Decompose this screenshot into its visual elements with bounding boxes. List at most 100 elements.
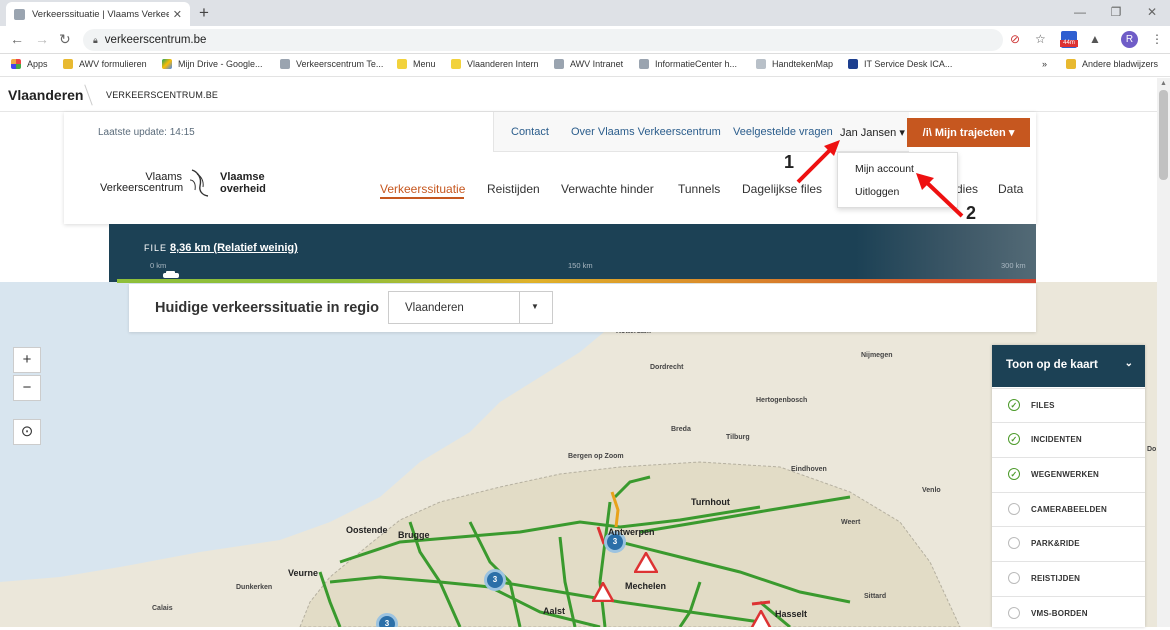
- empty-circle-icon: [1008, 537, 1020, 549]
- bookmark-item[interactable]: HandtekenMap: [756, 59, 833, 69]
- nav-about[interactable]: Over Vlaams Verkeerscentrum: [571, 126, 721, 138]
- layer-toggle-reistijden[interactable]: REISTIJDEN: [992, 561, 1145, 595]
- star-icon[interactable]: ☆: [1035, 32, 1046, 46]
- layer-toggle-files[interactable]: ✓ FILES: [992, 388, 1145, 422]
- layer-panel-header[interactable]: Toon op de kaart ⌄: [992, 345, 1145, 387]
- lion-icon: [189, 169, 209, 197]
- tab-title: Verkeerssituatie | Vlaams Verkeer: [32, 8, 169, 20]
- map-label: Oostende: [346, 525, 388, 535]
- bookmark-item[interactable]: Apps: [11, 59, 48, 69]
- zoom-out-button[interactable]: −: [13, 375, 41, 401]
- nav-verkeerssituatie[interactable]: Verkeerssituatie: [380, 182, 465, 196]
- minimize-icon[interactable]: —: [1062, 0, 1098, 26]
- reload-icon[interactable]: ↻: [59, 31, 71, 48]
- check-circle-icon: ✓: [1008, 468, 1020, 480]
- roadworks-warning-icon[interactable]: [750, 610, 772, 627]
- address-bar-row: ← → ↻ 🔒︎ verkeerscentrum.be ⊘ ☆ 44m ▲ R …: [0, 26, 1170, 54]
- check-circle-icon: ✓: [1008, 399, 1020, 411]
- my-trajects-button[interactable]: /i\ Mijn trajecten ▾: [907, 118, 1030, 147]
- menu-item-my-account[interactable]: Mijn account: [855, 163, 914, 175]
- bookmarks-overflow-icon[interactable]: »: [1042, 59, 1047, 69]
- bookmark-item[interactable]: Andere bladwijzers: [1066, 59, 1158, 69]
- roadworks-warning-icon[interactable]: [592, 582, 614, 602]
- region-select-value: Vlaanderen: [405, 302, 464, 314]
- menu-item-logout[interactable]: Uitloggen: [855, 186, 899, 198]
- zoom-in-button[interactable]: +: [13, 347, 41, 373]
- vvc-logo[interactable]: Vlaams Verkeerscentrum: [100, 172, 183, 194]
- blocked-icon[interactable]: ⊘: [1010, 32, 1020, 46]
- bookmark-item[interactable]: InformatieCenter h...: [639, 59, 737, 69]
- vlaamse-overheid-logo[interactable]: Vlaamse overheid: [220, 171, 266, 195]
- scrollbar-thumb[interactable]: [1159, 90, 1168, 180]
- site-domain-label[interactable]: VERKEERSCENTRUM.BE: [106, 90, 218, 100]
- flanders-header: Vlaanderen VERKEERSCENTRUM.BE: [0, 78, 1157, 112]
- url-text: verkeerscentrum.be: [104, 34, 207, 46]
- layer-toggle-camerabeelden[interactable]: CAMERABEELDEN: [992, 492, 1145, 526]
- bookmark-item[interactable]: Menu: [397, 59, 436, 69]
- forward-icon[interactable]: →: [35, 31, 49, 47]
- layer-toggle-wegenwerken[interactable]: ✓ WEGENWERKEN: [992, 457, 1145, 491]
- bookmark-item[interactable]: Verkeerscentrum Te...: [280, 59, 383, 69]
- flanders-logo[interactable]: Vlaanderen: [8, 87, 83, 103]
- map-label: Nijmegen: [861, 352, 893, 359]
- bookmark-item[interactable]: AWV formulieren: [63, 59, 147, 69]
- map-label: Aalst: [543, 606, 566, 616]
- url-field[interactable]: 🔒︎ verkeerscentrum.be: [83, 29, 1003, 51]
- nav-data[interactable]: Data: [998, 182, 1023, 196]
- map-label: Dordrecht: [650, 364, 684, 371]
- annotation-arrow-2: [916, 173, 964, 218]
- extension-icon[interactable]: 44m: [1060, 31, 1078, 48]
- nav-contact[interactable]: Contact: [511, 126, 549, 138]
- map-label: Breda: [671, 426, 691, 433]
- map-label: Mechelen: [625, 581, 667, 591]
- map-label: Antwerpen: [608, 527, 655, 537]
- maximize-icon[interactable]: ❐: [1098, 0, 1134, 26]
- incident-cluster[interactable]: 3: [484, 569, 506, 591]
- bookmark-item[interactable]: IT Service Desk ICA...: [848, 59, 952, 69]
- check-circle-icon: ✓: [1008, 433, 1020, 445]
- site-favicon-icon: [14, 8, 25, 20]
- map-label: Dunkerken: [236, 584, 273, 591]
- close-tab-icon[interactable]: ✕: [173, 8, 182, 21]
- roadworks-warning-icon[interactable]: [634, 552, 658, 573]
- chevron-down-icon[interactable]: ▼: [531, 302, 539, 311]
- file-length-link[interactable]: 8,36 km (Relatief weinig): [170, 242, 298, 254]
- extension-badge: 44m: [1060, 40, 1078, 47]
- menu-dots-icon[interactable]: ⋮: [1151, 32, 1163, 46]
- last-update: Laatste update: 14:15: [98, 127, 195, 138]
- region-select[interactable]: Vlaanderen ▼: [388, 291, 553, 324]
- browser-tab[interactable]: Verkeerssituatie | Vlaams Verkeer ✕: [6, 2, 190, 26]
- bookmark-item[interactable]: Vlaanderen Intern: [451, 59, 539, 69]
- layer-toggle-incidenten[interactable]: ✓ INCIDENTEN: [992, 422, 1145, 456]
- drive-extension-icon[interactable]: ▲: [1089, 32, 1101, 46]
- file-gauge: [117, 279, 1036, 283]
- map-label: Venlo: [922, 487, 941, 494]
- map-label: Sittard: [864, 593, 887, 600]
- map-label: Hertogenbosch: [756, 397, 808, 404]
- region-label: Huidige verkeerssituatie in regio: [155, 300, 380, 316]
- divider: [519, 292, 520, 323]
- scrollbar[interactable]: ▲: [1157, 78, 1170, 627]
- close-window-icon[interactable]: ✕: [1134, 0, 1170, 26]
- nav-verwachte-hinder[interactable]: Verwachte hinder: [561, 182, 654, 196]
- back-icon[interactable]: ←: [10, 31, 24, 47]
- chevron-down-icon[interactable]: ⌄: [1125, 358, 1133, 369]
- map-label: Hasselt: [775, 609, 808, 619]
- annotation-arrow-1: [796, 140, 840, 184]
- map-label: Veurne: [288, 568, 319, 578]
- bookmarks-bar: Apps AWV formulieren Mijn Drive - Google…: [0, 54, 1170, 77]
- lock-icon: 🔒︎: [93, 34, 98, 45]
- layer-toggle-vms-borden[interactable]: VMS-BORDEN: [992, 596, 1145, 630]
- active-tab-indicator: [380, 197, 464, 199]
- layer-toggle-parkride[interactable]: PARK&RIDE: [992, 526, 1145, 560]
- road-photo: [856, 224, 1036, 282]
- locate-button[interactable]: ⊙: [13, 419, 41, 445]
- bookmark-item[interactable]: AWV Intranet: [554, 59, 623, 69]
- nav-reistijden[interactable]: Reistijden: [487, 182, 540, 196]
- scroll-up-icon[interactable]: ▲: [1160, 80, 1167, 87]
- bookmark-item[interactable]: Mijn Drive - Google...: [162, 59, 263, 69]
- new-tab-button[interactable]: +: [199, 3, 209, 23]
- scale-label: 150 km: [568, 261, 593, 270]
- avatar[interactable]: R: [1121, 31, 1138, 48]
- nav-tunnels[interactable]: Tunnels: [678, 182, 720, 196]
